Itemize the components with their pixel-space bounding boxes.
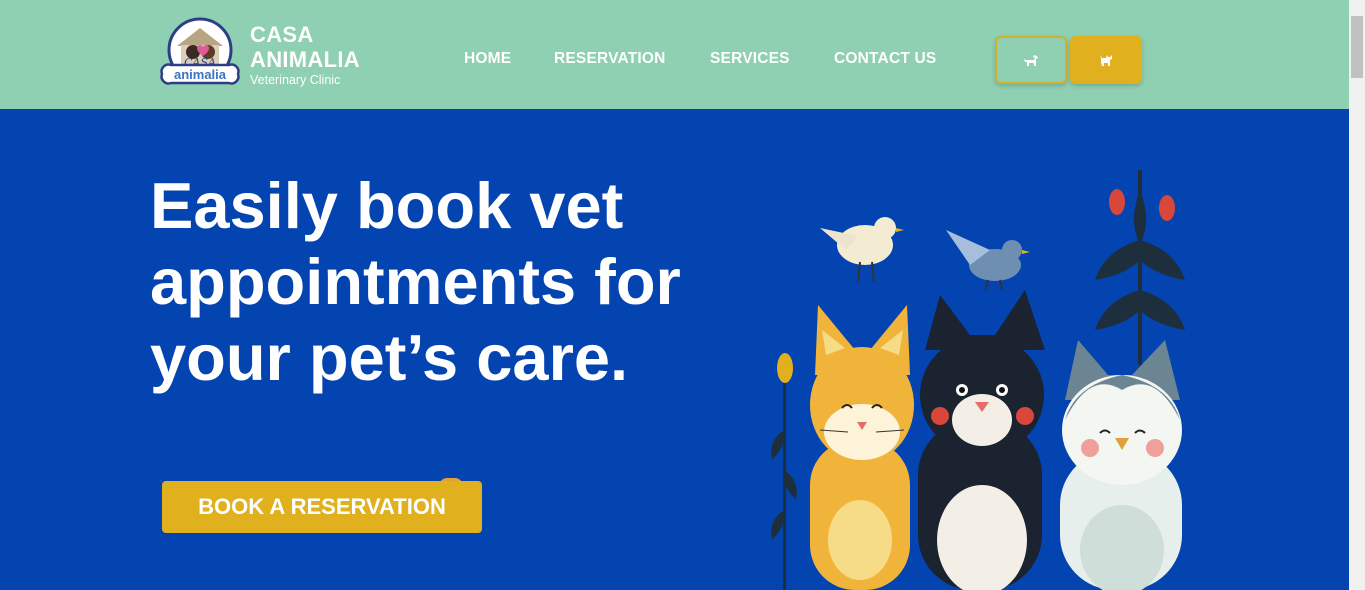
yellow-flower (777, 353, 793, 383)
brand-tagline: Veterinary Clinic (250, 73, 341, 87)
brand-name-line2: ANIMALIA (250, 47, 360, 72)
nav-contact-us[interactable]: CONTACT US (834, 50, 936, 68)
brand-name-line1: CASA (250, 22, 314, 47)
cats-and-birds-illustration (771, 170, 1185, 590)
logo-text-bottom: animalia (174, 67, 227, 82)
red-flower-2 (1159, 195, 1175, 221)
black-cat (918, 290, 1045, 590)
brand-block: CASA ANIMALIA Veterinary Clinic (250, 22, 360, 88)
grey-cat (1060, 340, 1182, 590)
red-flower-1 (1109, 189, 1125, 215)
book-reservation-button[interactable]: BOOK A RESERVATION (162, 481, 482, 533)
page-scrollbar[interactable] (1349, 0, 1365, 590)
casa-animalia-logo[interactable]: CASA animalia (155, 16, 245, 98)
orange-cat (810, 305, 914, 590)
hero-headline: Easily book vet appointments for your pe… (150, 169, 681, 394)
nav-services[interactable]: SERVICES (710, 50, 790, 68)
dog-icon (1024, 55, 1038, 66)
cat-button[interactable] (1070, 36, 1142, 84)
nav-home[interactable]: HOME (464, 50, 511, 68)
white-bird (820, 217, 904, 283)
blue-bird (946, 230, 1030, 291)
nav-reservation[interactable]: RESERVATION (554, 50, 666, 68)
site-header: CASA animalia CASA ANIMALIA Veterinary C… (0, 0, 1349, 109)
scrollbar-thumb[interactable] (1351, 16, 1363, 78)
dog-button[interactable] (995, 36, 1067, 84)
cat-icon (1099, 55, 1112, 66)
plant-left (771, 370, 797, 590)
